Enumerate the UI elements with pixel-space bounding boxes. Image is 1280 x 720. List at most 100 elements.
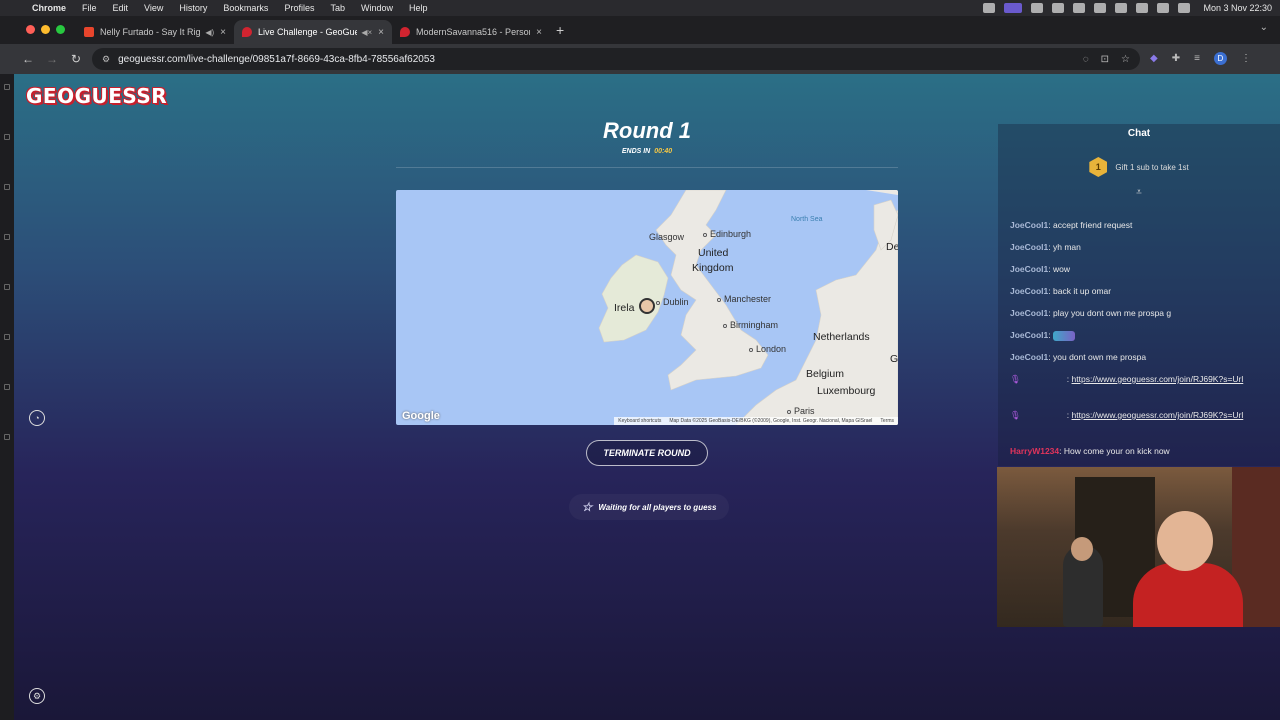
close-tab-icon[interactable]: × <box>536 27 542 38</box>
back-arrow-icon[interactable]: ← <box>18 52 38 66</box>
minimize-window-icon[interactable] <box>41 25 50 34</box>
stream-chat-panel: Chat 1 Gift 1 sub to take 1st ⩡ JoeCool1… <box>998 124 1280 466</box>
guess-map[interactable]: Glasgow Edinburgh North Sea United Kingd… <box>396 190 898 425</box>
menu-profiles[interactable]: Profiles <box>284 3 314 13</box>
edge-icon <box>4 334 10 340</box>
chat-username[interactable]: JoeCool1 <box>1010 220 1048 230</box>
menubar-clock[interactable]: Mon 3 Nov 22:30 <box>1203 3 1272 13</box>
streamer-webcam <box>997 467 1280 627</box>
chat-text: play you dont own me prospa g <box>1053 308 1172 318</box>
status-icon[interactable] <box>1052 3 1065 13</box>
tab-search-chevron-icon[interactable]: ⌄ <box>1260 22 1268 33</box>
menu-history[interactable]: History <box>179 3 207 13</box>
install-app-icon[interactable]: ⊡ <box>1101 54 1109 65</box>
extension-icon[interactable]: ◆ <box>1150 53 1158 64</box>
geoguessr-favicon-icon <box>242 27 252 37</box>
forward-arrow-icon[interactable]: → <box>42 52 62 66</box>
chrome-menu-icon[interactable]: ⋮ <box>1241 53 1251 64</box>
chat-username[interactable]: JoeCool1 <box>1010 264 1048 274</box>
geoguessr-logo[interactable]: GEOGUESSR <box>26 84 167 108</box>
new-tab-icon[interactable]: + <box>556 22 564 38</box>
collapse-chevron-icon[interactable]: ⩡ <box>998 187 1280 198</box>
chat-message: JoeCool1: yh man <box>1010 242 1081 252</box>
chat-username[interactable]: JoeCool1 <box>1010 242 1048 252</box>
menu-bookmarks[interactable]: Bookmarks <box>223 3 268 13</box>
keyboard-shortcuts-link[interactable]: Keyboard shortcuts <box>618 418 661 424</box>
waiting-text: Waiting for all players to guess <box>598 502 717 512</box>
control-center-icon[interactable] <box>1178 3 1191 13</box>
gift-rank-badge: 1 <box>1089 157 1108 177</box>
site-info-icon[interactable]: ⚙ <box>102 54 110 65</box>
edge-icon <box>4 384 10 390</box>
map-label-uk-line2: Kingdom <box>692 262 734 274</box>
close-tab-icon[interactable]: × <box>378 27 384 38</box>
map-label-manchester-text: Manchester <box>724 294 772 304</box>
search-icon[interactable] <box>1157 3 1170 13</box>
map-label-dublin-text: Dublin <box>663 297 689 307</box>
chat-username[interactable]: JoeCool1 <box>1010 352 1048 362</box>
chat-link[interactable]: https://www.geoguessr.com/join/RJ69K?s=U… <box>1072 374 1244 384</box>
chat-text: back it up omar <box>1053 286 1112 296</box>
extensions-puzzle-icon[interactable]: ✚ <box>1172 53 1180 64</box>
menu-view[interactable]: View <box>144 3 163 13</box>
settings-gear-icon[interactable]: ⚙ <box>29 688 45 704</box>
no-tracking-eye-icon[interactable]: ◌ <box>1083 54 1089 65</box>
menu-edit[interactable]: Edit <box>113 3 129 13</box>
browser-tab[interactable]: Nelly Furtado - Say It Right ◀) × <box>76 20 234 44</box>
status-icon[interactable] <box>1094 3 1107 13</box>
reload-icon[interactable]: ↻ <box>66 52 86 66</box>
browser-tab[interactable]: ModernSavanna516 - Person × <box>392 20 550 44</box>
status-icon[interactable] <box>1031 3 1044 13</box>
chat-toggle-icon[interactable]: ◔ <box>29 410 45 426</box>
timer-value: 00:40 <box>654 148 673 155</box>
reading-list-icon[interactable]: ≡ <box>1194 53 1200 64</box>
browser-toolbar: ← → ↻ ⚙ geoguessr.com/live-challenge/098… <box>0 44 1280 74</box>
edge-icon <box>4 184 10 190</box>
city-dot <box>703 232 707 237</box>
address-bar[interactable]: ⚙ geoguessr.com/live-challenge/09851a7f-… <box>92 48 1140 70</box>
profile-avatar-icon[interactable]: D <box>1213 52 1227 65</box>
browser-tab-strip: Nelly Furtado - Say It Right ◀) × Live C… <box>0 16 1280 44</box>
terms-link[interactable]: Terms <box>880 418 894 424</box>
screen-record-icon[interactable] <box>1004 3 1023 13</box>
divider <box>396 167 898 168</box>
status-icon[interactable] <box>1073 3 1086 13</box>
player-guess-avatar-pin[interactable] <box>639 298 655 314</box>
google-logo[interactable]: Google <box>402 410 440 422</box>
ends-in-label: ENDS IN <box>621 148 651 155</box>
battery-icon[interactable] <box>1115 3 1128 13</box>
close-tab-icon[interactable]: × <box>220 27 226 38</box>
left-window-edge <box>0 74 14 720</box>
webcam-person <box>1071 537 1093 561</box>
menu-tab[interactable]: Tab <box>330 3 345 13</box>
menu-file[interactable]: File <box>82 3 97 13</box>
chat-username[interactable]: JoeCool1 <box>1010 330 1048 340</box>
edge-icon <box>4 284 10 290</box>
chat-username[interactable]: JoeCool1 <box>1010 308 1048 318</box>
chat-username[interactable]: HarryW1234 <box>1010 446 1059 456</box>
terminate-round-button[interactable]: TERMINATE ROUND <box>586 440 708 466</box>
status-icon[interactable] <box>983 3 996 13</box>
geoguessr-page: GEOGUESSR Round 1 ENDS IN 00:40 Glasgow E… <box>14 74 1280 720</box>
chat-link[interactable]: https://www.geoguessr.com/join/RJ69K?s=U… <box>1072 410 1244 420</box>
menu-app-name[interactable]: Chrome <box>32 3 66 13</box>
browser-tab-active[interactable]: Live Challenge - GeoGuessr ◀× × <box>234 20 392 44</box>
muted-speaker-icon[interactable]: ◀× <box>361 28 372 37</box>
menu-help[interactable]: Help <box>409 3 428 13</box>
chat-text: you dont own me prospa <box>1053 352 1147 362</box>
chat-text: yh man <box>1053 242 1081 252</box>
chat-username[interactable]: JoeCool1 <box>1010 286 1048 296</box>
bookmark-star-icon[interactable]: ☆ <box>1121 54 1130 65</box>
geoguessr-favicon-icon <box>400 27 410 37</box>
city-dot <box>717 297 721 302</box>
wifi-icon[interactable] <box>1136 3 1149 13</box>
city-dot <box>787 409 791 414</box>
speaker-icon[interactable]: ◀) <box>205 28 214 37</box>
menu-window[interactable]: Window <box>361 3 393 13</box>
chat-text: How come your on kick now <box>1063 446 1170 456</box>
map-label-london-text: London <box>756 344 787 354</box>
chat-text: accept friend request <box>1053 220 1133 230</box>
gift-leaderboard-banner[interactable]: 1 Gift 1 sub to take 1st <box>998 157 1280 177</box>
close-window-icon[interactable] <box>26 25 35 34</box>
fullscreen-window-icon[interactable] <box>56 25 65 34</box>
